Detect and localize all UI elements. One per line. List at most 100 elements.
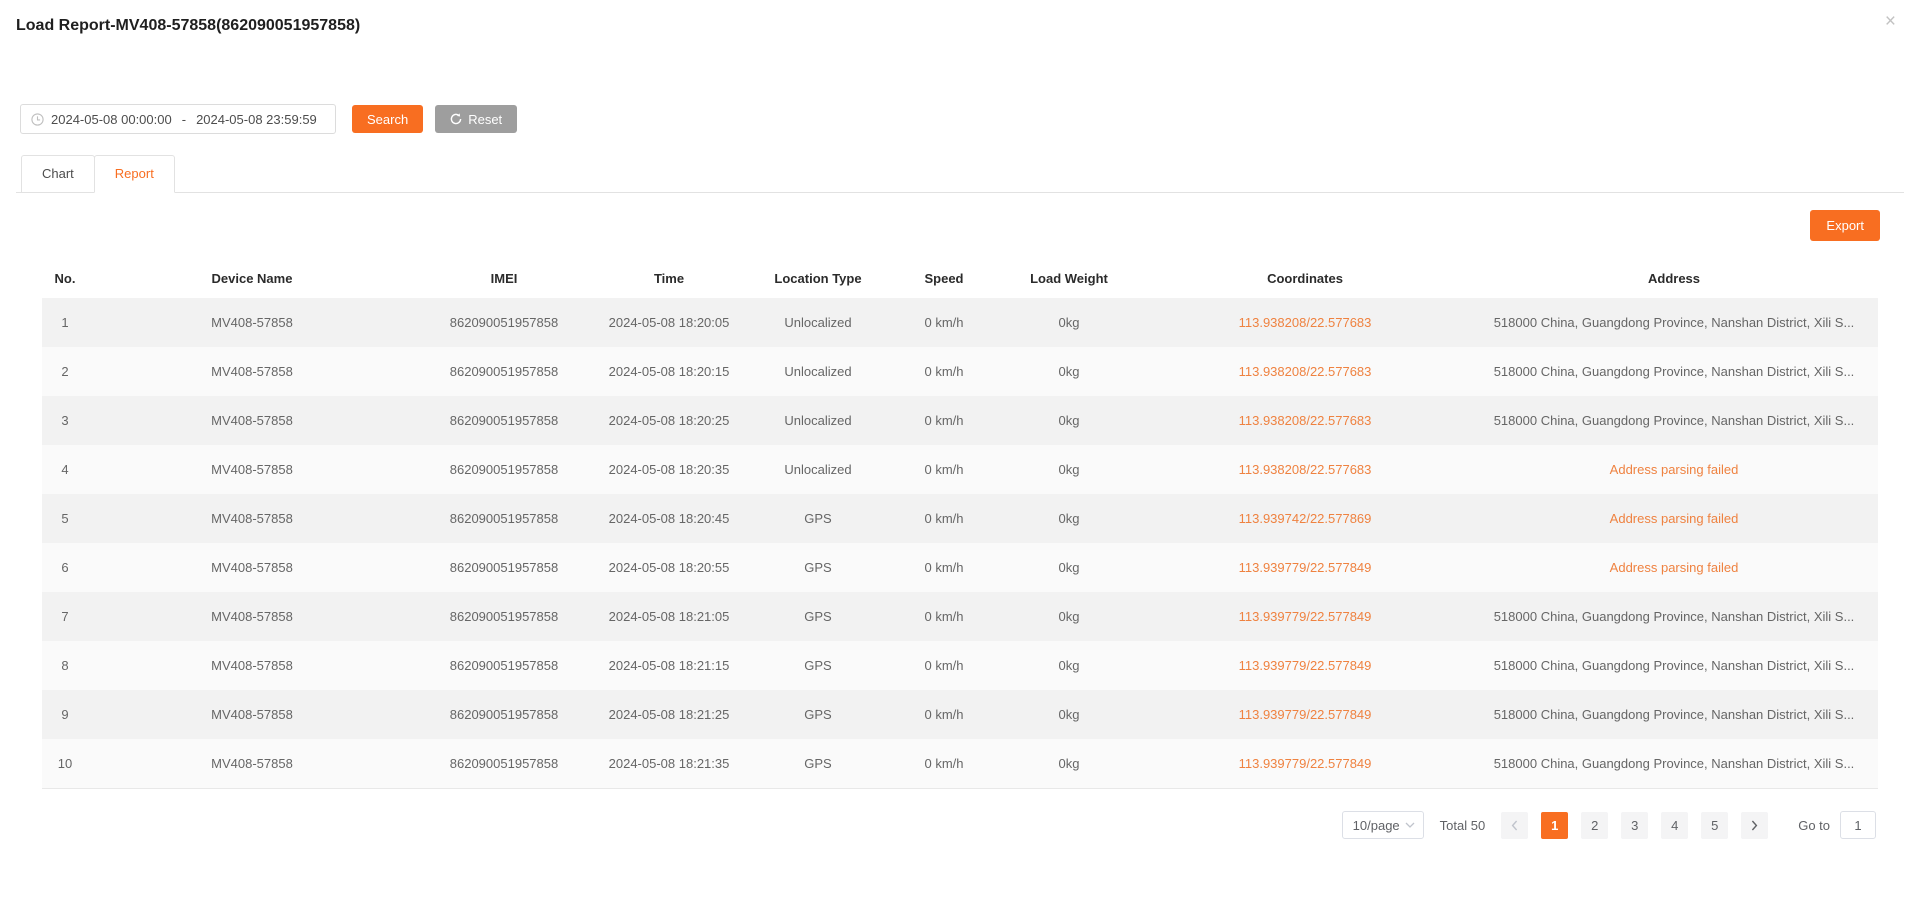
address-parsing-failed: Address parsing failed [1470,445,1878,494]
cell-speed: 0 km/h [890,543,998,592]
coordinates-link[interactable]: 113.938208/22.577683 [1140,396,1470,445]
coordinates-link[interactable]: 113.939779/22.577849 [1140,641,1470,690]
cell-no: 10 [42,739,88,788]
page-title: Load Report-MV408-57858(862090051957858) [16,17,360,35]
column-header-time: Time [592,258,746,298]
address-parsing-failed: Address parsing failed [1470,494,1878,543]
date-start-value: 2024-05-08 00:00:00 [51,112,172,127]
page-button-2[interactable]: 2 [1581,812,1608,839]
page-button-5[interactable]: 5 [1701,812,1728,839]
search-button[interactable]: Search [352,105,423,133]
table-row: 7MV408-578588620900519578582024-05-08 18… [42,592,1878,641]
table-row: 4MV408-578588620900519578582024-05-08 18… [42,445,1878,494]
cell-address: 518000 China, Guangdong Province, Nansha… [1470,739,1878,788]
cell-load-weight: 0kg [998,396,1140,445]
cell-location-type: GPS [746,494,890,543]
cell-load-weight: 0kg [998,641,1140,690]
address-parsing-failed: Address parsing failed [1470,543,1878,592]
cell-location-type: GPS [746,543,890,592]
cell-address: 518000 China, Guangdong Province, Nansha… [1470,641,1878,690]
next-page-button[interactable] [1741,812,1768,839]
reset-button[interactable]: Reset [435,105,517,133]
cell-time: 2024-05-08 18:20:25 [592,396,746,445]
export-button[interactable]: Export [1810,210,1880,241]
cell-no: 2 [42,347,88,396]
page-button-1[interactable]: 1 [1541,812,1568,839]
cell-time: 2024-05-08 18:20:55 [592,543,746,592]
cell-device-name: MV408-57858 [88,347,416,396]
coordinates-link[interactable]: 113.938208/22.577683 [1140,298,1470,347]
column-header-coordinates: Coordinates [1140,258,1470,298]
goto-label: Go to [1798,818,1830,833]
coordinates-link[interactable]: 113.939742/22.577869 [1140,494,1470,543]
cell-imei: 862090051957858 [416,347,592,396]
cell-device-name: MV408-57858 [88,396,416,445]
cell-imei: 862090051957858 [416,494,592,543]
page-size-select[interactable]: 10/page [1342,811,1424,839]
date-end-value: 2024-05-08 23:59:59 [196,112,317,127]
cell-location-type: GPS [746,641,890,690]
table-row: 5MV408-578588620900519578582024-05-08 18… [42,494,1878,543]
cell-speed: 0 km/h [890,592,998,641]
column-header-speed: Speed [890,258,998,298]
coordinates-link[interactable]: 113.939779/22.577849 [1140,690,1470,739]
cell-speed: 0 km/h [890,445,998,494]
cell-imei: 862090051957858 [416,739,592,788]
filter-bar: 2024-05-08 00:00:00 - 2024-05-08 23:59:5… [20,104,517,134]
table-row: 9MV408-578588620900519578582024-05-08 18… [42,690,1878,739]
cell-load-weight: 0kg [998,592,1140,641]
cell-device-name: MV408-57858 [88,592,416,641]
reset-button-label: Reset [468,112,502,127]
cell-speed: 0 km/h [890,690,998,739]
chevron-down-icon [1405,822,1415,828]
cell-location-type: Unlocalized [746,298,890,347]
cell-no: 5 [42,494,88,543]
cell-no: 1 [42,298,88,347]
cell-location-type: Unlocalized [746,396,890,445]
coordinates-link[interactable]: 113.939779/22.577849 [1140,543,1470,592]
cell-address: 518000 China, Guangdong Province, Nansha… [1470,690,1878,739]
cell-time: 2024-05-08 18:21:25 [592,690,746,739]
goto-page-input[interactable] [1840,811,1876,839]
cell-no: 7 [42,592,88,641]
cell-device-name: MV408-57858 [88,641,416,690]
coordinates-link[interactable]: 113.938208/22.577683 [1140,445,1470,494]
cell-time: 2024-05-08 18:21:15 [592,641,746,690]
cell-imei: 862090051957858 [416,445,592,494]
cell-no: 9 [42,690,88,739]
close-icon[interactable]: × [1885,12,1896,31]
page-button-4[interactable]: 4 [1661,812,1688,839]
cell-load-weight: 0kg [998,543,1140,592]
coordinates-link[interactable]: 113.939779/22.577849 [1140,592,1470,641]
cell-device-name: MV408-57858 [88,543,416,592]
cell-speed: 0 km/h [890,396,998,445]
page-button-3[interactable]: 3 [1621,812,1648,839]
cell-time: 2024-05-08 18:21:05 [592,592,746,641]
cell-location-type: Unlocalized [746,347,890,396]
chevron-right-icon [1751,820,1758,831]
cell-no: 8 [42,641,88,690]
date-range-input[interactable]: 2024-05-08 00:00:00 - 2024-05-08 23:59:5… [20,104,336,134]
column-header-address: Address [1470,258,1878,298]
coordinates-link[interactable]: 113.938208/22.577683 [1140,347,1470,396]
cell-imei: 862090051957858 [416,592,592,641]
date-range-separator: - [182,112,186,127]
tab-report[interactable]: Report [94,155,175,193]
cell-address: 518000 China, Guangdong Province, Nansha… [1470,347,1878,396]
cell-no: 4 [42,445,88,494]
cell-time: 2024-05-08 18:20:45 [592,494,746,543]
cell-load-weight: 0kg [998,347,1140,396]
cell-load-weight: 0kg [998,690,1140,739]
cell-speed: 0 km/h [890,298,998,347]
cell-time: 2024-05-08 18:20:05 [592,298,746,347]
cell-address: 518000 China, Guangdong Province, Nansha… [1470,592,1878,641]
coordinates-link[interactable]: 113.939779/22.577849 [1140,739,1470,788]
cell-device-name: MV408-57858 [88,690,416,739]
tab-chart[interactable]: Chart [21,155,95,193]
prev-page-button[interactable] [1501,812,1528,839]
cell-location-type: Unlocalized [746,445,890,494]
cell-device-name: MV408-57858 [88,298,416,347]
cell-load-weight: 0kg [998,494,1140,543]
pagination-bar: 10/page Total 50 12345 Go to [1342,811,1876,839]
cell-location-type: GPS [746,592,890,641]
